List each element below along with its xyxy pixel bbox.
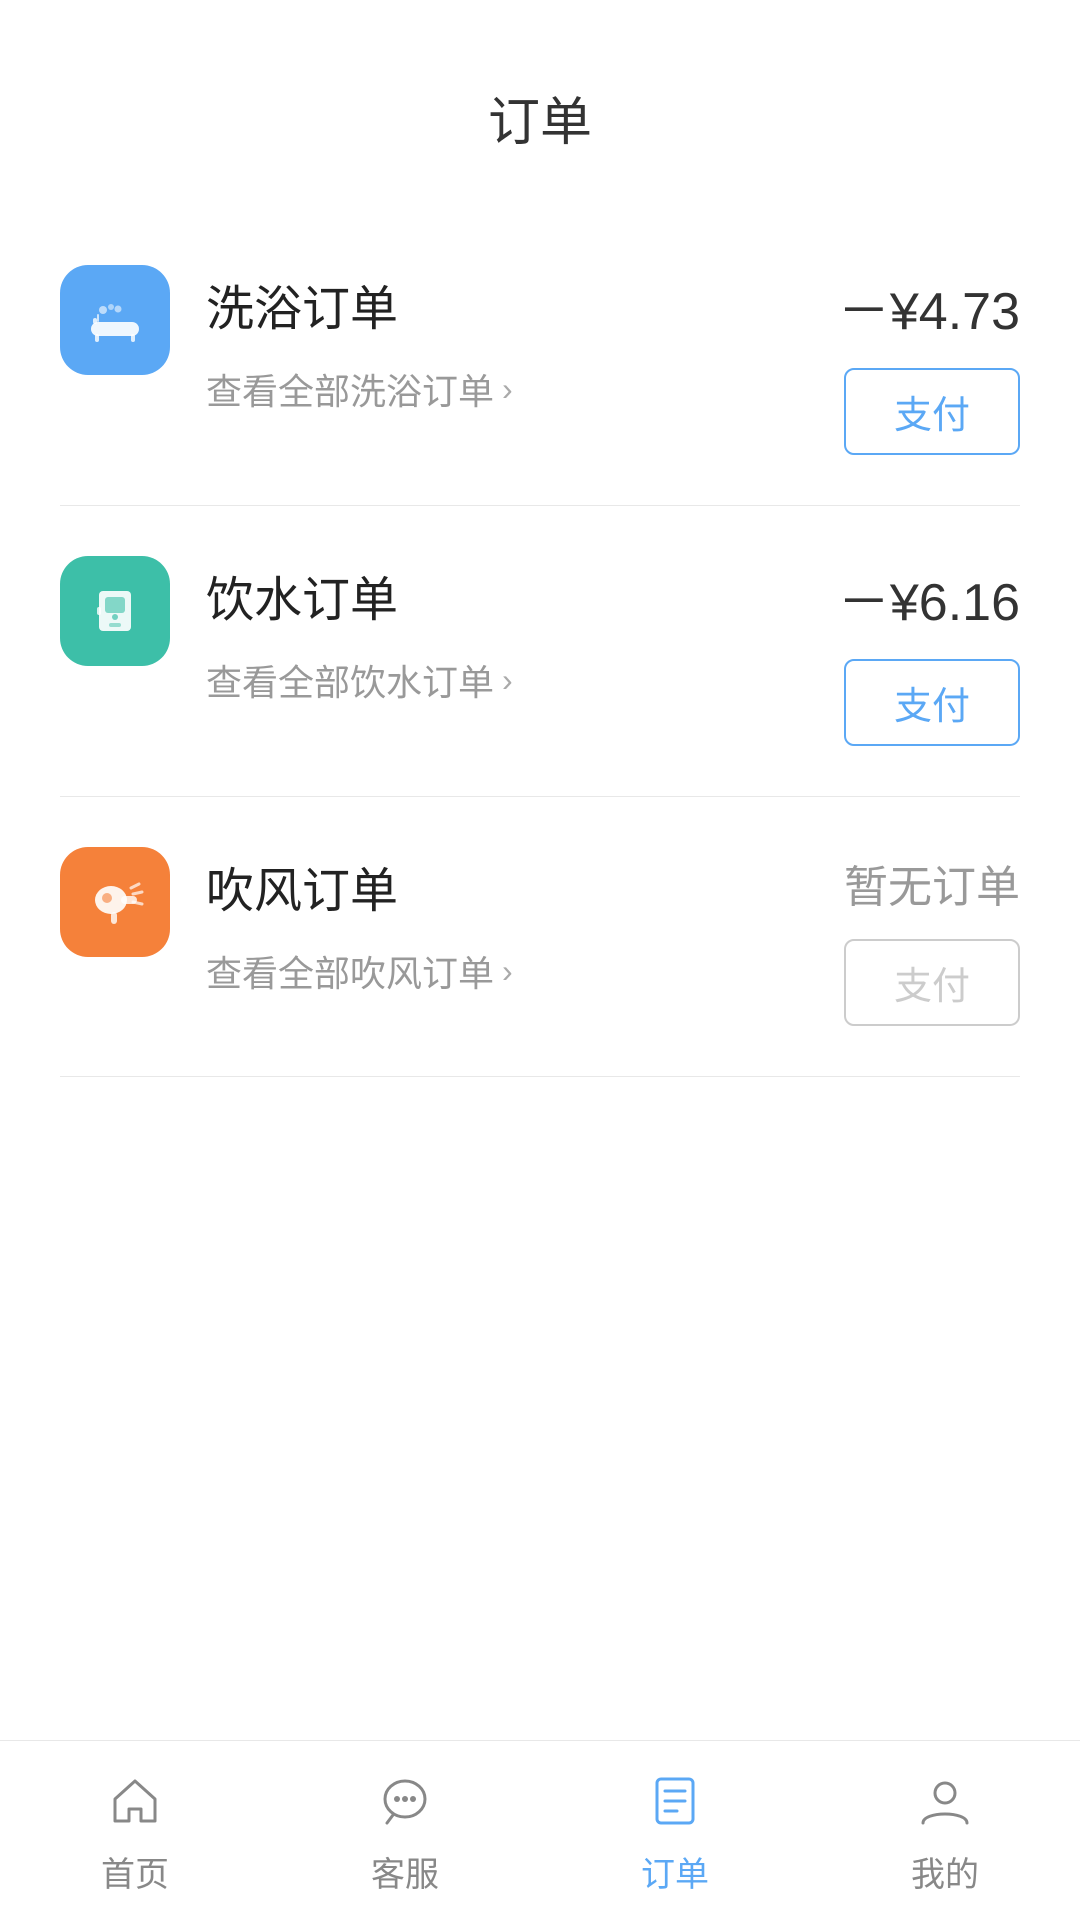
water-order-right: －¥6.16 支付 <box>838 556 1020 746</box>
service-icon <box>369 1765 441 1837</box>
bottom-nav: 首页 客服 订单 <box>0 1740 1080 1920</box>
nav-service[interactable]: 客服 <box>270 1765 540 1896</box>
hairdryer-order-amount: 暂无订单 <box>844 851 1020 915</box>
home-icon <box>99 1765 171 1837</box>
order-item-hairdryer: 吹风订单 查看全部吹风订单 › 暂无订单 支付 <box>60 797 1020 1077</box>
nav-orders[interactable]: 订单 <box>540 1765 810 1896</box>
water-order-amount: －¥6.16 <box>838 560 1020 635</box>
hairdryer-order-link[interactable]: 查看全部吹风订单 › <box>206 945 844 997</box>
order-list: 洗浴订单 查看全部洗浴订单 › －¥4.73 支付 饮水订单 <box>0 215 1080 1077</box>
hairdryer-pay-button[interactable]: 支付 <box>844 939 1020 1026</box>
order-item-bath: 洗浴订单 查看全部洗浴订单 › －¥4.73 支付 <box>60 215 1020 506</box>
nav-mine[interactable]: 我的 <box>810 1765 1080 1896</box>
bath-order-amount: －¥4.73 <box>838 269 1020 344</box>
order-item-water: 饮水订单 查看全部饮水订单 › －¥6.16 支付 <box>60 506 1020 797</box>
page-title: 订单 <box>0 0 1080 215</box>
bath-order-info: 洗浴订单 查看全部洗浴订单 › <box>170 265 838 415</box>
water-order-link[interactable]: 查看全部饮水订单 › <box>206 654 838 706</box>
bath-icon <box>60 265 170 375</box>
water-pay-button[interactable]: 支付 <box>844 659 1020 746</box>
nav-orders-label: 订单 <box>641 1847 709 1896</box>
nav-home-label: 首页 <box>101 1847 169 1896</box>
nav-home[interactable]: 首页 <box>0 1765 270 1896</box>
hairdryer-icon <box>60 847 170 957</box>
nav-mine-label: 我的 <box>911 1847 979 1896</box>
water-icon <box>60 556 170 666</box>
nav-service-label: 客服 <box>371 1847 439 1896</box>
orders-icon <box>639 1765 711 1837</box>
bath-order-name: 洗浴订单 <box>206 269 838 339</box>
bath-order-right: －¥4.73 支付 <box>838 265 1020 455</box>
water-order-info: 饮水订单 查看全部饮水订单 › <box>170 556 838 706</box>
bath-order-link[interactable]: 查看全部洗浴订单 › <box>206 363 838 415</box>
hairdryer-order-info: 吹风订单 查看全部吹风订单 › <box>170 847 844 997</box>
hairdryer-order-right: 暂无订单 支付 <box>844 847 1020 1026</box>
water-order-name: 饮水订单 <box>206 560 838 630</box>
hairdryer-order-name: 吹风订单 <box>206 851 844 921</box>
mine-icon <box>909 1765 981 1837</box>
bath-pay-button[interactable]: 支付 <box>844 368 1020 455</box>
